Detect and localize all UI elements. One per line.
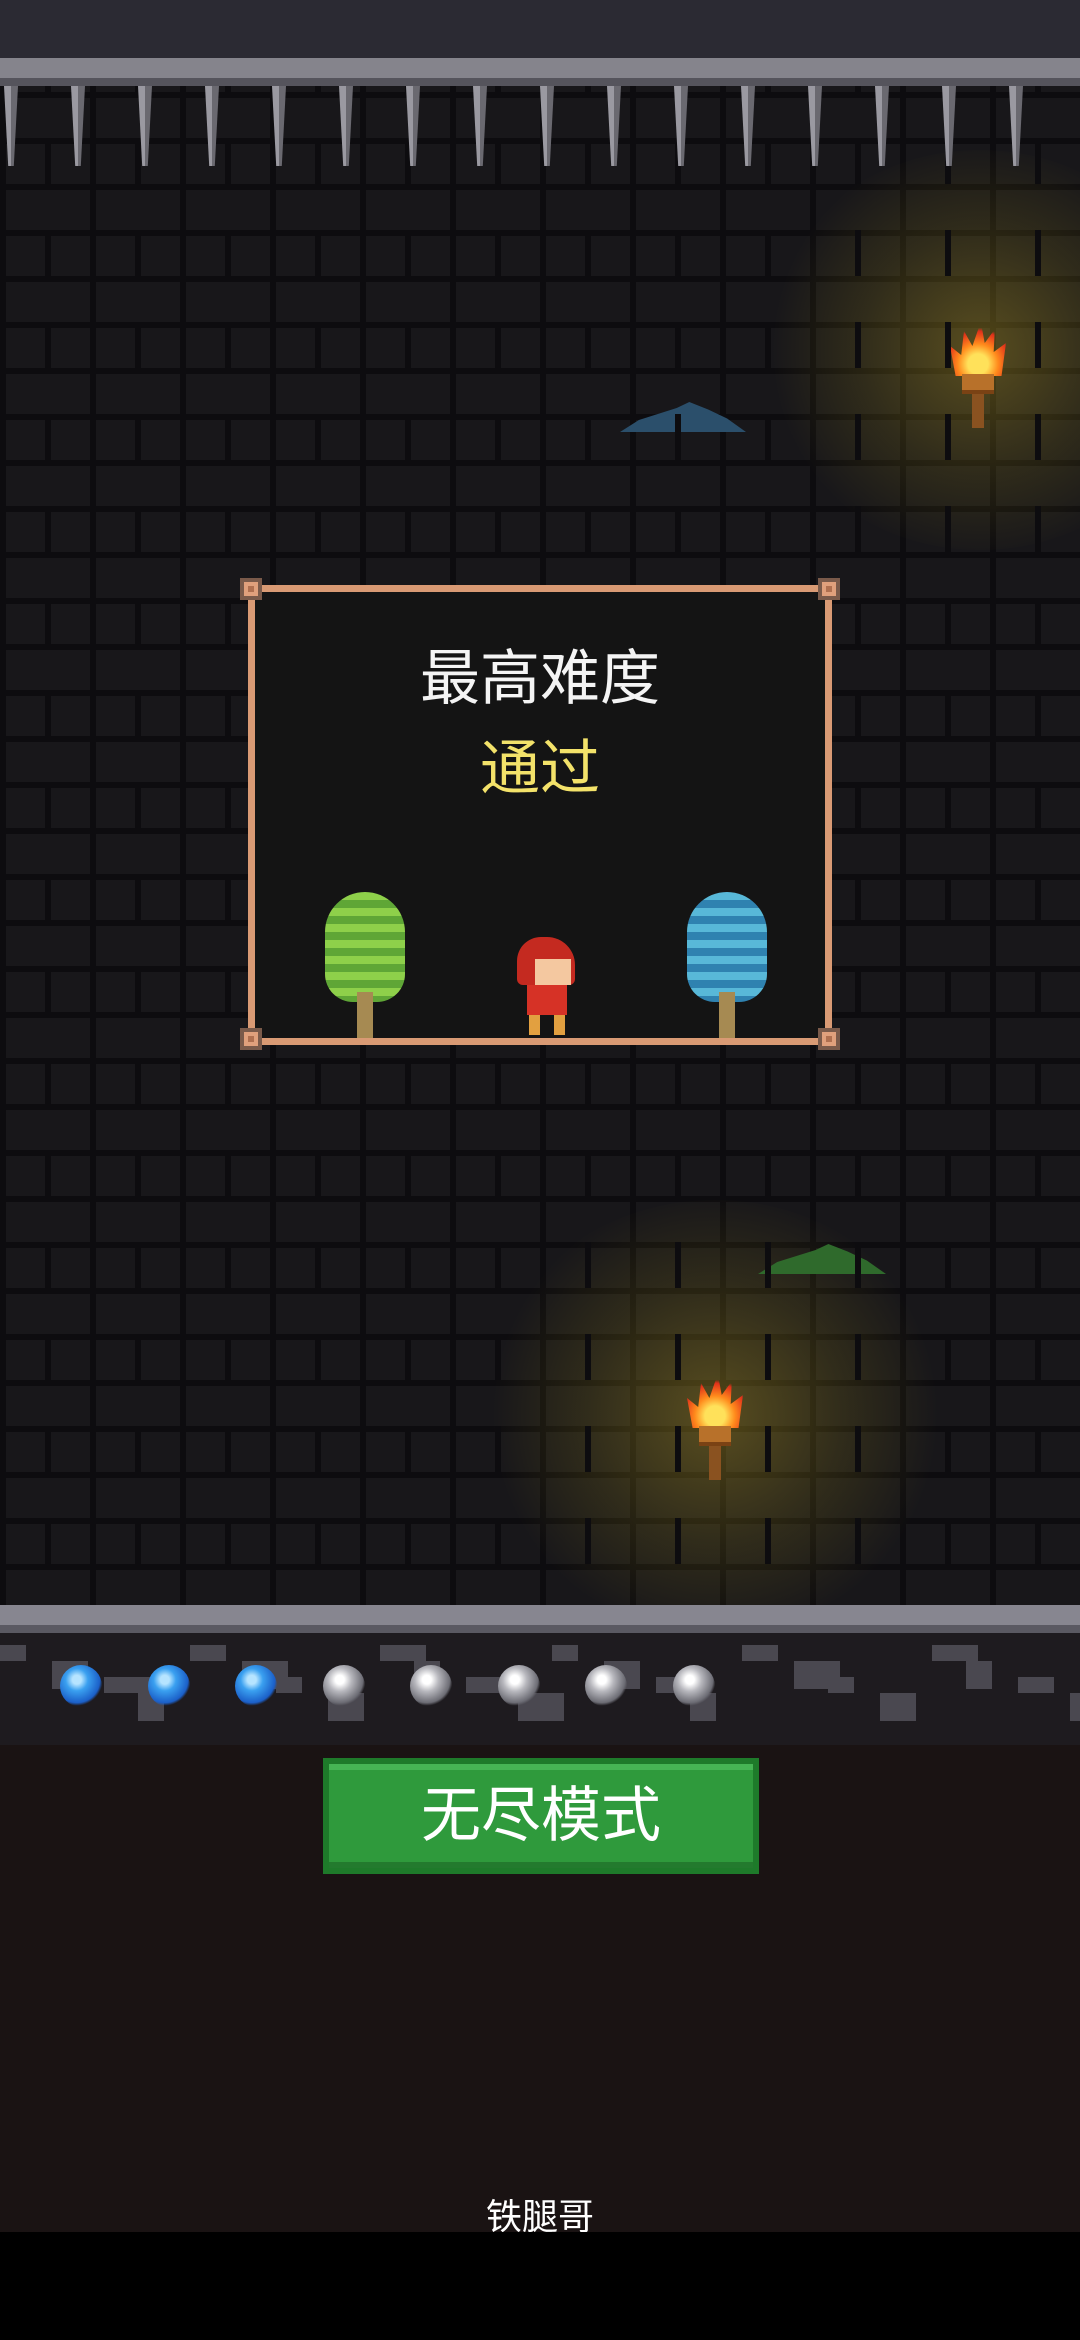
- result-panel: 最高难度 通过: [248, 585, 832, 1045]
- spike-icon: [4, 86, 18, 166]
- clear-status: 通过: [480, 734, 600, 804]
- blue-tree-icon: [687, 892, 767, 1038]
- spike-icon: [674, 86, 688, 166]
- spike-icon: [607, 86, 621, 166]
- spike-icon: [741, 86, 755, 166]
- spike-icon: [473, 86, 487, 166]
- spike-icon: [808, 86, 822, 166]
- endless-mode-button[interactable]: 无尽模式: [323, 1758, 759, 1874]
- bottom-bar: [0, 2232, 1080, 2340]
- spike-icon: [1009, 86, 1023, 166]
- spike-icon: [942, 86, 956, 166]
- hero-character: [513, 937, 577, 1037]
- frame-corner: [240, 578, 262, 600]
- gem-filled-icon: [147, 1665, 190, 1707]
- spike-icon: [406, 86, 420, 166]
- gem-filled-icon: [60, 1665, 102, 1707]
- gem-filled-icon: [235, 1665, 277, 1707]
- gem-empty-icon: [497, 1665, 540, 1707]
- ceiling-spikes: [0, 0, 1080, 175]
- gem-empty-icon: [410, 1665, 452, 1707]
- spike-icon: [71, 86, 85, 166]
- spike-icon: [138, 86, 152, 166]
- frame-corner: [240, 1028, 262, 1050]
- spike-icon: [339, 86, 353, 166]
- gem-empty-icon: [585, 1665, 627, 1707]
- spike-icon: [540, 86, 554, 166]
- difficulty-title: 最高难度: [420, 644, 660, 714]
- green-tree-icon: [325, 892, 405, 1038]
- frame-corner: [818, 578, 840, 600]
- gem-empty-icon: [322, 1665, 365, 1707]
- spike-icon: [272, 86, 286, 166]
- frame-corner: [818, 1028, 840, 1050]
- spike-icon: [205, 86, 219, 166]
- spike-icon: [875, 86, 889, 166]
- gem-empty-icon: [672, 1665, 715, 1707]
